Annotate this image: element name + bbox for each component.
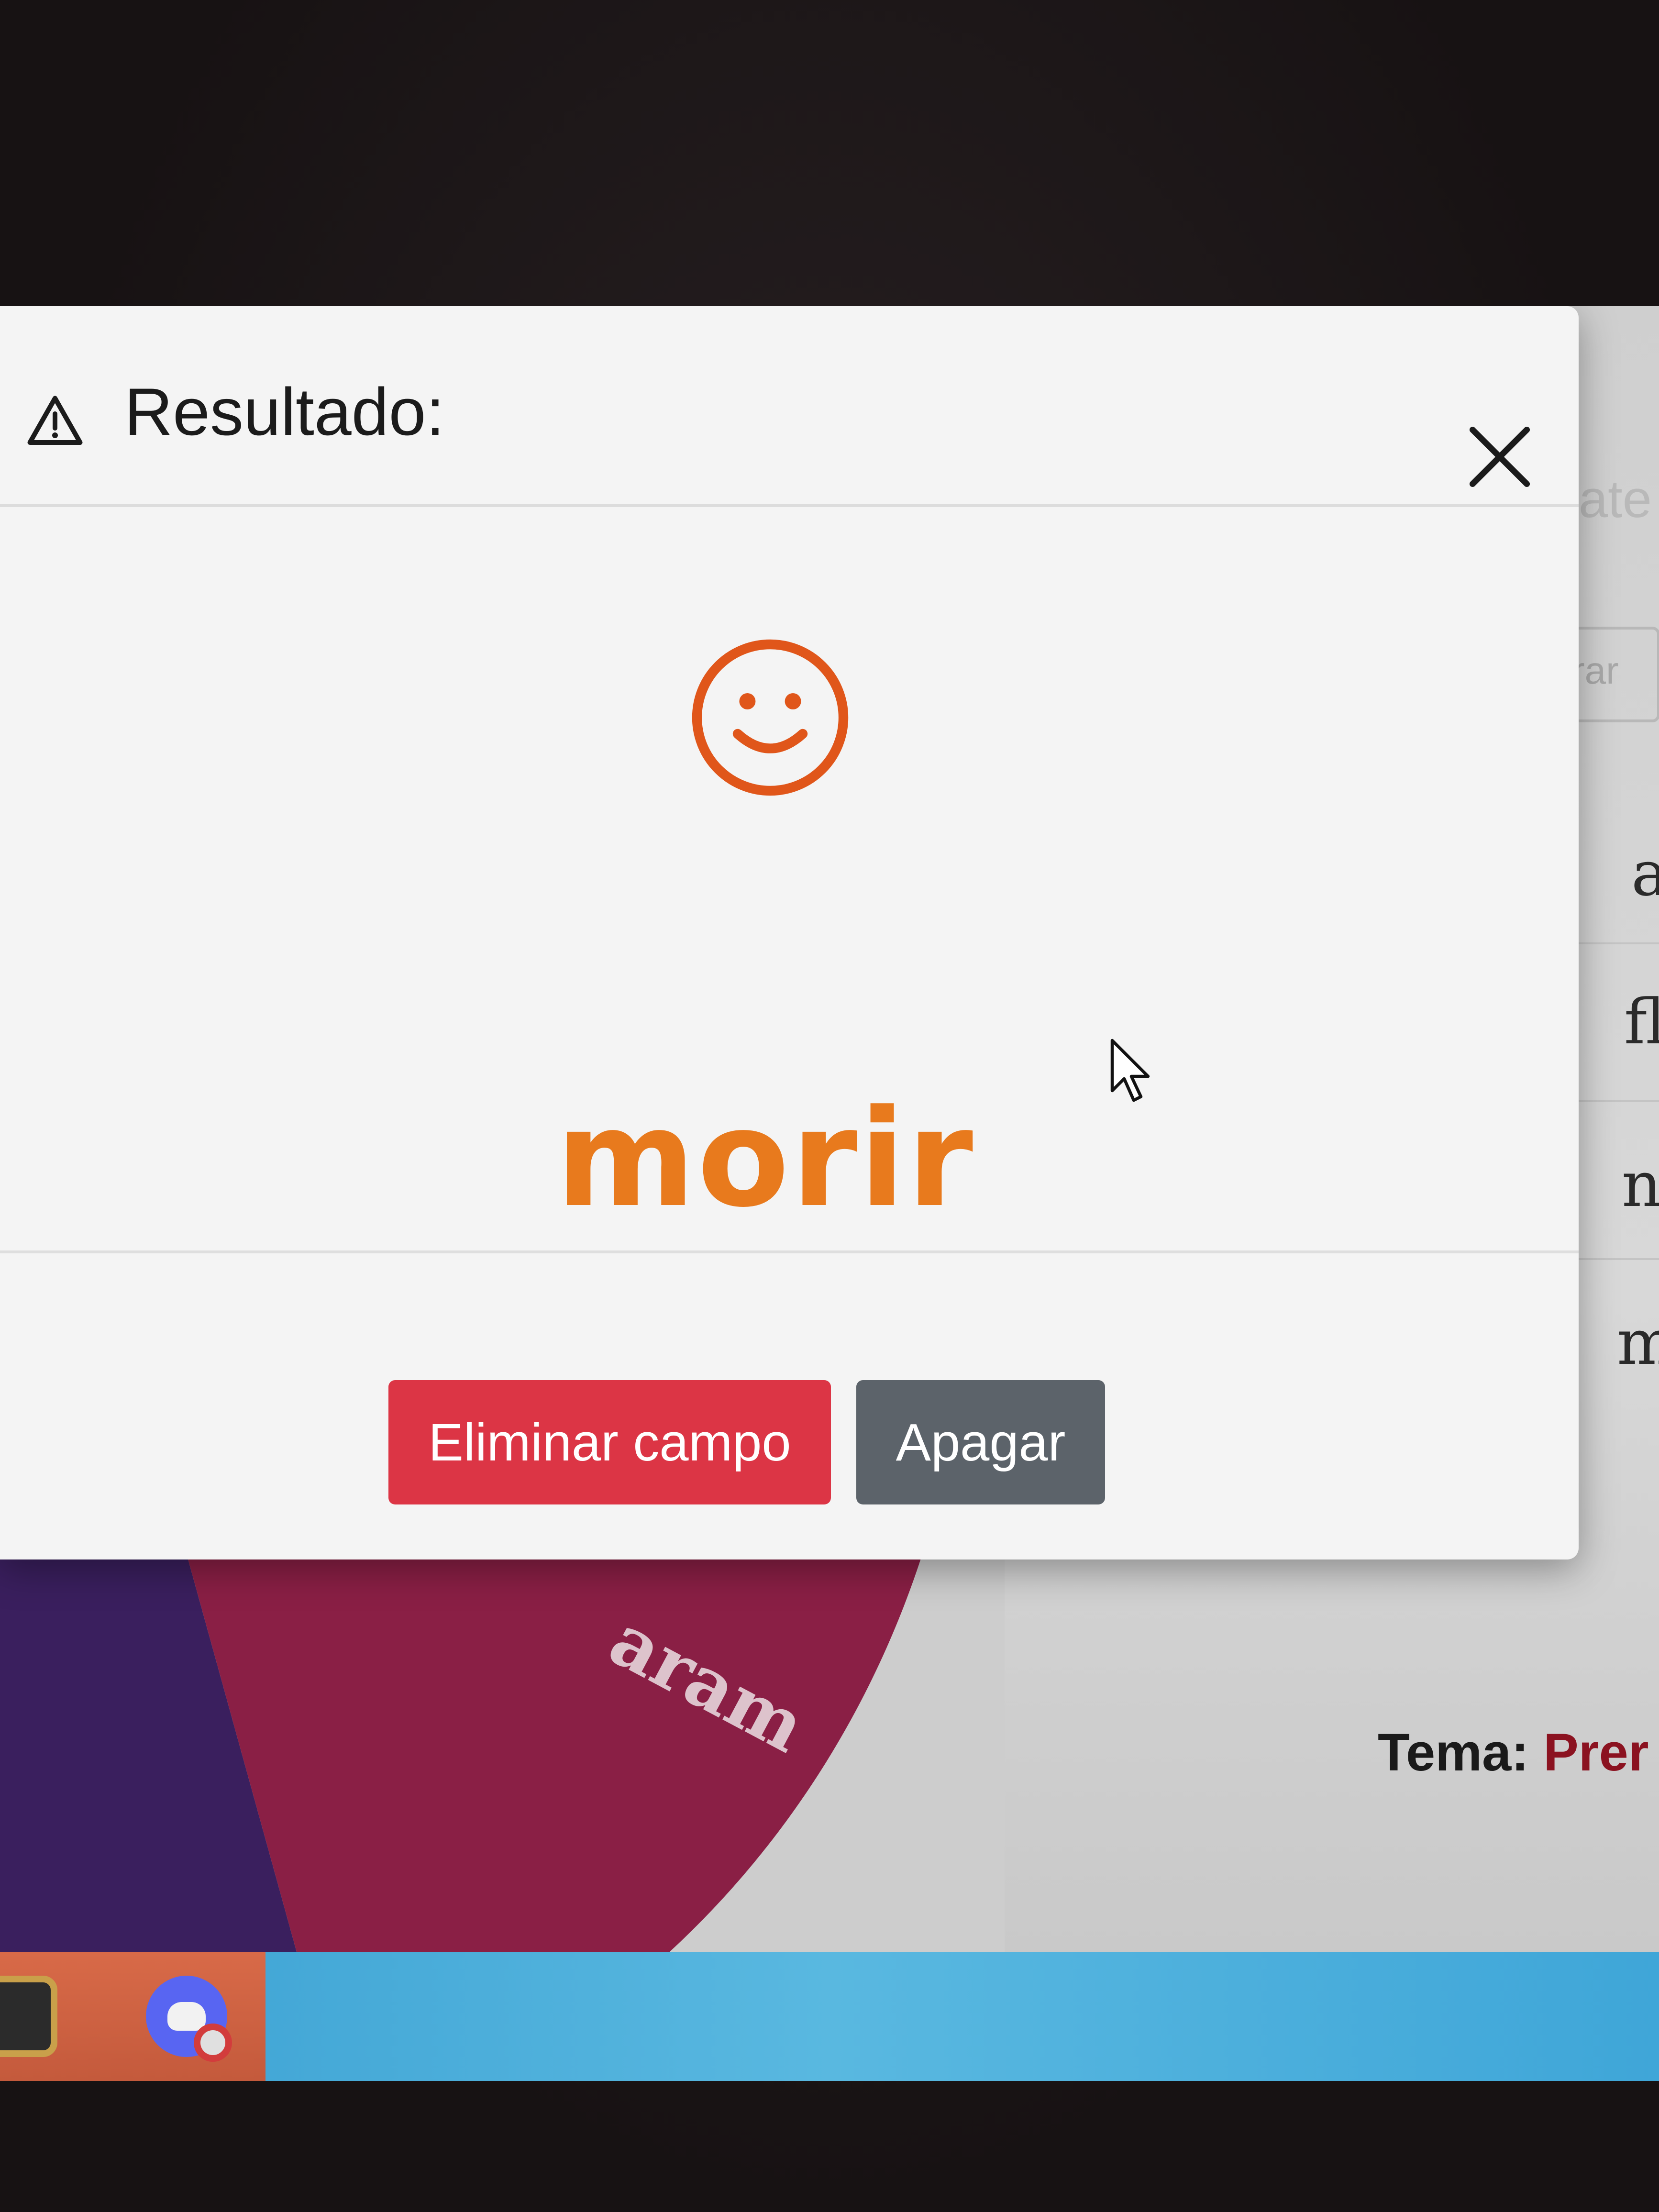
smiley-icon (692, 639, 849, 796)
modal-footer: Eliminar campo Apagar (0, 1253, 1579, 1559)
result-modal: Resultado: morir Eliminar campo Apagar (0, 306, 1579, 1559)
turn-off-button[interactable]: Apagar (856, 1380, 1105, 1504)
monitor-screen: ate rar a fl n m aram Tema: Prer Resulta… (0, 306, 1659, 2081)
modal-header: Resultado: (0, 306, 1579, 507)
spin-wheel[interactable] (0, 1502, 1005, 1952)
theme-label-text: Tema: (1378, 1723, 1529, 1782)
taskbar (0, 1952, 1659, 2081)
mouse-cursor-icon (1110, 1039, 1150, 1102)
delete-field-button[interactable]: Eliminar campo (388, 1380, 831, 1504)
discord-icon[interactable] (146, 1976, 232, 2062)
close-icon[interactable] (1459, 416, 1540, 498)
league-of-legends-icon[interactable] (0, 1976, 57, 2057)
background-list-item: m (1617, 1306, 1659, 1379)
taskbar-pinned-area (0, 1952, 265, 2081)
photo-frame: ate rar a fl n m aram Tema: Prer Resulta… (0, 0, 1659, 2212)
background-header-fragment: ate (1579, 470, 1652, 529)
result-word: morir (555, 1081, 975, 1237)
notification-badge-icon (194, 2024, 232, 2062)
modal-title: Resultado: (124, 374, 445, 449)
theme-label: Tema: Prer (1378, 1722, 1649, 1783)
theme-value: Prer (1543, 1723, 1649, 1782)
discord-logo-shape (167, 2002, 206, 2031)
background-list-item: n (1622, 1148, 1659, 1221)
background-list-item: a (1631, 837, 1659, 910)
background-list-item: fl (1624, 985, 1659, 1058)
modal-body: morir (0, 507, 1579, 1253)
warning-triangle-icon (27, 396, 83, 445)
